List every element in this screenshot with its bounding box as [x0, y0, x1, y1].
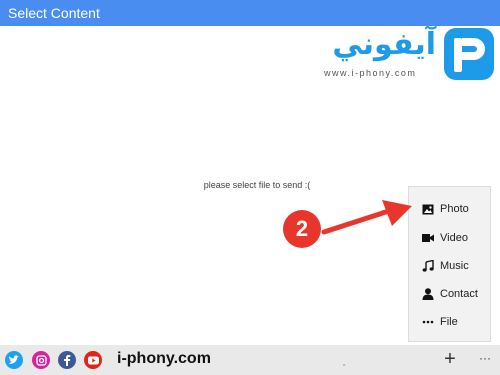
window-title: Select Content — [8, 5, 100, 21]
file-icon — [422, 316, 434, 328]
logo-mark-icon — [444, 28, 494, 80]
site-name: i-phony.com — [117, 350, 211, 367]
annotation-arrow — [321, 200, 412, 235]
instagram-icon[interactable] — [32, 351, 50, 369]
menu-item-label: Music — [440, 260, 469, 272]
menu-item-music[interactable]: Music — [409, 252, 492, 280]
photo-icon — [422, 203, 434, 215]
youtube-icon[interactable] — [84, 351, 102, 369]
music-icon — [422, 260, 434, 272]
menu-item-video[interactable]: Video — [409, 224, 492, 252]
video-icon — [422, 232, 434, 244]
menu-item-file[interactable]: File — [409, 308, 492, 336]
facebook-icon[interactable] — [58, 351, 76, 369]
logo-url-text: www.i-phony.com — [324, 68, 417, 78]
menu-item-photo[interactable]: Photo — [409, 195, 492, 223]
twitter-icon[interactable] — [5, 351, 23, 369]
contact-icon — [422, 288, 434, 300]
add-button[interactable]: + — [440, 347, 460, 371]
logo-arabic-text: آيفوني — [332, 27, 436, 62]
menu-item-label: File — [440, 316, 458, 328]
menu-item-label: Video — [440, 232, 468, 244]
watermark-logo: آيفوني www.i-phony.com — [318, 22, 498, 86]
annotation-step-badge: 2 — [283, 210, 321, 248]
menu-item-label: Contact — [440, 288, 478, 300]
scroll-indicator-icon: ˆ — [343, 365, 346, 372]
bottom-app-bar: i-phony.com ˆ + ··· — [0, 345, 500, 375]
attachment-popup-menu: Photo Video Music Contact File — [408, 186, 491, 342]
menu-item-contact[interactable]: Contact — [409, 280, 492, 308]
menu-item-label: Photo — [440, 203, 469, 215]
more-options-button[interactable]: ··· — [476, 347, 494, 371]
